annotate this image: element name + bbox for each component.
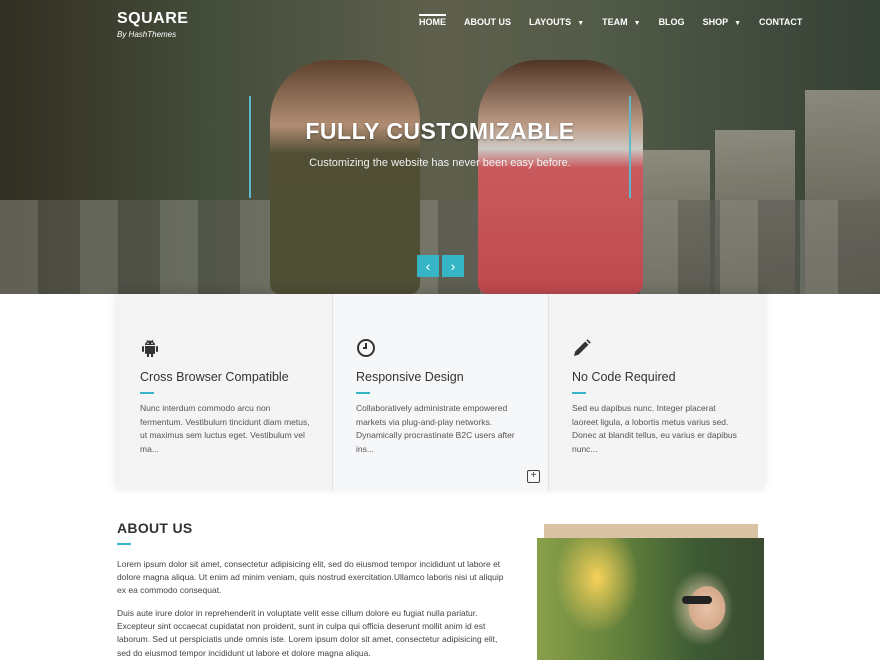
android-icon (142, 339, 158, 357)
hero-slider: SQUARE By HashThemes HOME ABOUT US LAYOU… (0, 0, 880, 294)
chevron-left-icon: ‹ (425, 258, 431, 274)
feature-card: Cross Browser Compatible Nunc interdum c… (117, 294, 333, 491)
about-image (537, 538, 764, 660)
chevron-right-icon: › (450, 258, 456, 274)
title-underline (140, 392, 154, 394)
about-paragraph: Duis aute irure dolor in reprehenderit i… (117, 608, 498, 658)
pencil-icon (574, 339, 591, 356)
nav-item-shop[interactable]: SHOP ▼ (703, 17, 741, 30)
title-underline (117, 543, 131, 545)
slider-next-button[interactable]: › (442, 255, 464, 277)
title-underline (356, 392, 370, 394)
feature-card: Responsive Design Collaboratively admini… (333, 294, 549, 491)
features-section: Cross Browser Compatible Nunc interdum c… (117, 294, 764, 491)
feature-text: Nunc interdum commodo arcu non fermentum… (140, 403, 310, 454)
clock-icon (357, 339, 375, 357)
hero-title: FULLY CUSTOMIZABLE (305, 118, 575, 144)
title-underline (572, 392, 586, 394)
slider-prev-button[interactable]: ‹ (417, 255, 439, 277)
feature-title: Cross Browser Compatible (140, 370, 289, 384)
nav-item-about-us[interactable]: ABOUT US (464, 17, 511, 30)
caret-down-icon: ▼ (577, 20, 585, 27)
expand-plus-icon[interactable]: + (527, 470, 540, 483)
caption-right-line (629, 96, 631, 198)
about-paragraph: Lorem ipsum dolor sit amet, consectetur … (117, 559, 504, 596)
about-heading: ABOUT US (117, 520, 193, 536)
main-navigation: HOME ABOUT US LAYOUTS ▼ TEAM ▼ BLOG SHOP ▼ … (419, 14, 820, 30)
nav-item-home[interactable]: HOME (419, 14, 446, 30)
feature-text: Sed eu dapibus nunc. Integer placerat la… (572, 403, 737, 454)
site-title[interactable]: SQUARE (117, 10, 188, 28)
nav-item-blog[interactable]: BLOG (659, 17, 685, 30)
caret-down-icon: ▼ (633, 20, 641, 27)
nav-item-layouts[interactable]: LAYOUTS ▼ (529, 17, 584, 30)
feature-text: Collaboratively administrate empowered m… (356, 403, 515, 454)
feature-card: No Code Required Sed eu dapibus nunc. In… (549, 294, 764, 491)
nav-item-contact[interactable]: CONTACT (759, 17, 802, 30)
hero-subtitle: Customizing the website has never been e… (309, 157, 571, 169)
site-logo[interactable]: SQUARE By HashThemes (117, 10, 188, 39)
nav-item-team[interactable]: TEAM ▼ (602, 17, 640, 30)
site-tagline: By HashThemes (117, 30, 177, 39)
caret-down-icon: ▼ (734, 20, 742, 27)
feature-title: No Code Required (572, 370, 676, 384)
feature-title: Responsive Design (356, 370, 464, 384)
caption-left-line (249, 96, 251, 198)
